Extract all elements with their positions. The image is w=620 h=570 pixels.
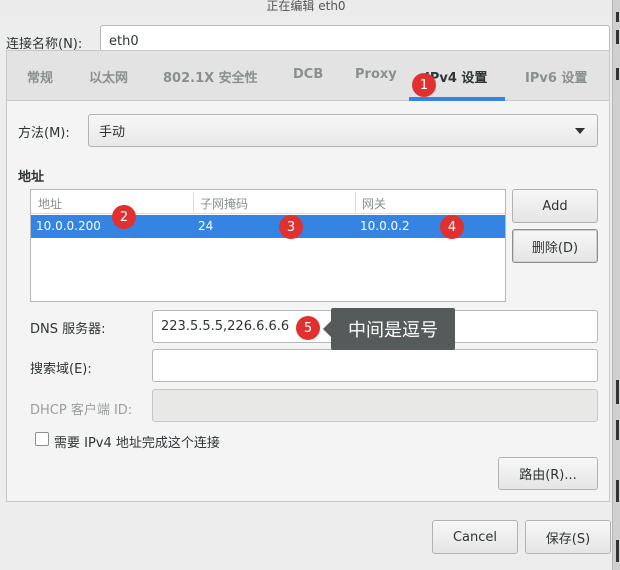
- dns-servers-value: 223.5.5.5,226.6.6.6: [161, 319, 290, 334]
- column-header-gateway[interactable]: 网关: [362, 195, 386, 212]
- column-divider: [193, 192, 194, 212]
- cancel-button[interactable]: Cancel: [432, 520, 518, 554]
- tab-ethernet[interactable]: 以太网: [89, 67, 128, 86]
- addresses-section-title: 地址: [18, 170, 45, 185]
- tab-8021x-security[interactable]: 802.1X 安全性: [163, 67, 258, 86]
- tab-dcb[interactable]: DCB: [293, 67, 323, 82]
- addresses-table[interactable]: 地址 子网掩码 网关 10.0.0.200 24 10.0.0.2: [30, 189, 506, 302]
- addresses-table-header: 地址 子网掩码 网关: [31, 190, 505, 214]
- window-title: 正在编辑 eth0: [0, 0, 612, 16]
- routes-button[interactable]: 路由(R)...: [498, 457, 598, 490]
- annotation-badge-4: 4: [440, 215, 464, 239]
- address-cell[interactable]: 10.0.0.200: [36, 219, 101, 233]
- dns-servers-label: DNS 服务器:: [30, 322, 106, 337]
- add-address-button[interactable]: Add: [512, 189, 598, 223]
- tab-ipv6-settings[interactable]: IPv6 设置: [525, 67, 587, 86]
- annotation-badge-2: 2: [112, 205, 136, 229]
- tab-general[interactable]: 常规: [27, 67, 53, 86]
- chevron-down-icon: [575, 128, 585, 134]
- annotation-badge-3: 3: [279, 215, 303, 239]
- dhcp-client-id-input: [152, 389, 598, 422]
- background-window-edge: [612, 0, 620, 570]
- require-ipv4-label[interactable]: 需要 IPv4 地址完成这个连接: [54, 432, 220, 451]
- column-header-address[interactable]: 地址: [38, 195, 62, 212]
- netmask-cell[interactable]: 24: [198, 219, 213, 233]
- active-tab-indicator: [409, 97, 505, 101]
- gateway-cell[interactable]: 10.0.0.2: [360, 219, 410, 233]
- column-divider: [355, 192, 356, 212]
- table-row[interactable]: 10.0.0.200 24 10.0.0.2: [31, 215, 505, 238]
- connection-name-value: eth0: [109, 33, 139, 49]
- tab-bar: 常规 以太网 802.1X 安全性 DCB Proxy IPv4 设置 IPv6…: [7, 51, 609, 101]
- save-button[interactable]: 保存(S): [525, 520, 611, 554]
- require-ipv4-checkbox[interactable]: [35, 432, 49, 446]
- search-domains-label: 搜索域(E):: [30, 362, 92, 377]
- delete-address-button[interactable]: 删除(D): [512, 229, 598, 263]
- tab-proxy[interactable]: Proxy: [355, 67, 397, 82]
- annotation-badge-1: 1: [412, 73, 436, 97]
- search-domains-input[interactable]: [152, 349, 598, 382]
- annotation-badge-5: 5: [296, 316, 320, 340]
- method-dropdown[interactable]: 手动: [88, 114, 598, 147]
- annotation-tooltip: 中间是逗号: [323, 308, 455, 350]
- method-value: 手动: [99, 125, 126, 140]
- method-label: 方法(M):: [18, 126, 70, 141]
- dhcp-client-id-label: DHCP 客户端 ID:: [30, 403, 133, 418]
- column-header-netmask[interactable]: 子网掩码: [200, 195, 248, 212]
